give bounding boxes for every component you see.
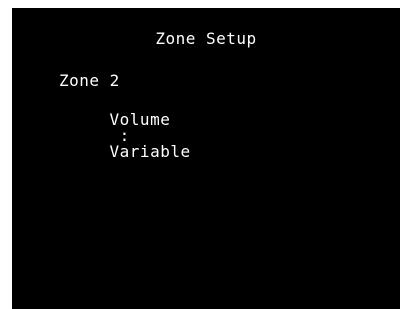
page-title: Zone Setup [155,29,257,48]
volume-setting-row[interactable]: Volume : Variable [69,96,191,176]
osd-screen: Zone Setup Zone 2 Volume : Variable [12,8,400,309]
zone-label: Zone 2 [59,71,120,90]
setting-value[interactable]: Variable [110,142,191,161]
